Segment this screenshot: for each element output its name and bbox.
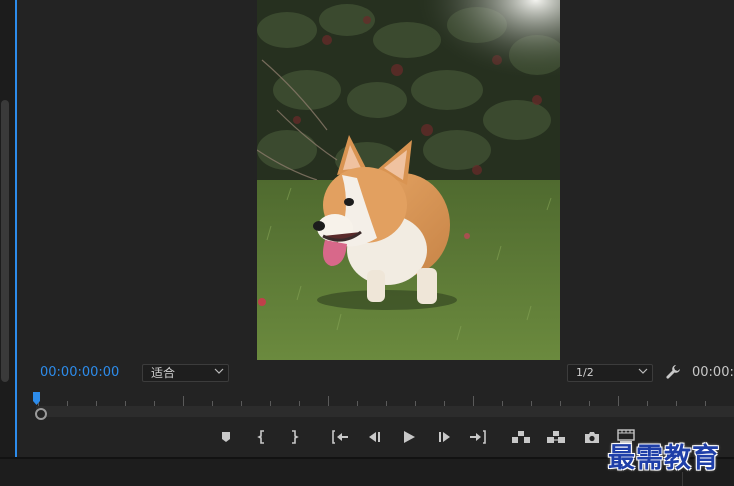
mark-in-icon <box>257 430 264 444</box>
mark-out-icon <box>292 430 299 444</box>
playhead-timecode[interactable]: 00:00:00:00 <box>40 365 119 380</box>
corgi-photo <box>257 0 560 360</box>
step-forward-icon <box>439 432 450 442</box>
camera-icon <box>585 431 599 443</box>
left-panel-scrollbar[interactable] <box>1 100 9 382</box>
lift-icon <box>512 431 530 443</box>
program-monitor-video-frame[interactable] <box>257 0 560 360</box>
go-to-in-icon <box>332 430 348 444</box>
zoom-level-value: 适合 <box>151 366 176 380</box>
watermark: 最需教育 <box>608 443 720 474</box>
add-marker-button[interactable] <box>216 428 236 446</box>
lift-button[interactable] <box>511 428 531 446</box>
ruler-tick <box>473 396 474 406</box>
wrench-icon[interactable] <box>665 364 681 380</box>
time-ruler[interactable] <box>38 390 734 406</box>
playback-resolution-value: 1/2 <box>576 366 594 379</box>
go-to-out-icon <box>470 430 486 444</box>
extract-button[interactable] <box>546 428 566 446</box>
duration-timecode: 00:00:0 <box>692 365 734 380</box>
marker-icon <box>222 432 230 442</box>
step-back-icon <box>369 432 380 442</box>
scrub-bar[interactable] <box>36 406 734 417</box>
mark-out-button[interactable] <box>284 428 304 446</box>
export-frame-button[interactable] <box>582 428 602 446</box>
chevron-down-icon <box>214 368 224 374</box>
step-forward-button[interactable] <box>435 428 455 446</box>
play-button[interactable] <box>399 428 419 446</box>
go-to-in-button[interactable] <box>330 428 350 446</box>
ruler-tick <box>183 396 184 406</box>
scrub-handle[interactable] <box>35 408 47 420</box>
play-icon <box>404 431 415 443</box>
go-to-out-button[interactable] <box>468 428 488 446</box>
ruler-tick <box>328 396 329 406</box>
extract-icon <box>547 431 565 443</box>
step-back-button[interactable] <box>364 428 384 446</box>
zoom-level-dropdown[interactable]: 适合 <box>142 364 229 382</box>
playhead-marker[interactable] <box>33 392 40 406</box>
playback-resolution-dropdown[interactable]: 1/2 <box>567 364 653 382</box>
mark-in-button[interactable] <box>252 428 272 446</box>
ruler-tick <box>618 396 619 406</box>
chevron-down-icon <box>638 368 648 374</box>
